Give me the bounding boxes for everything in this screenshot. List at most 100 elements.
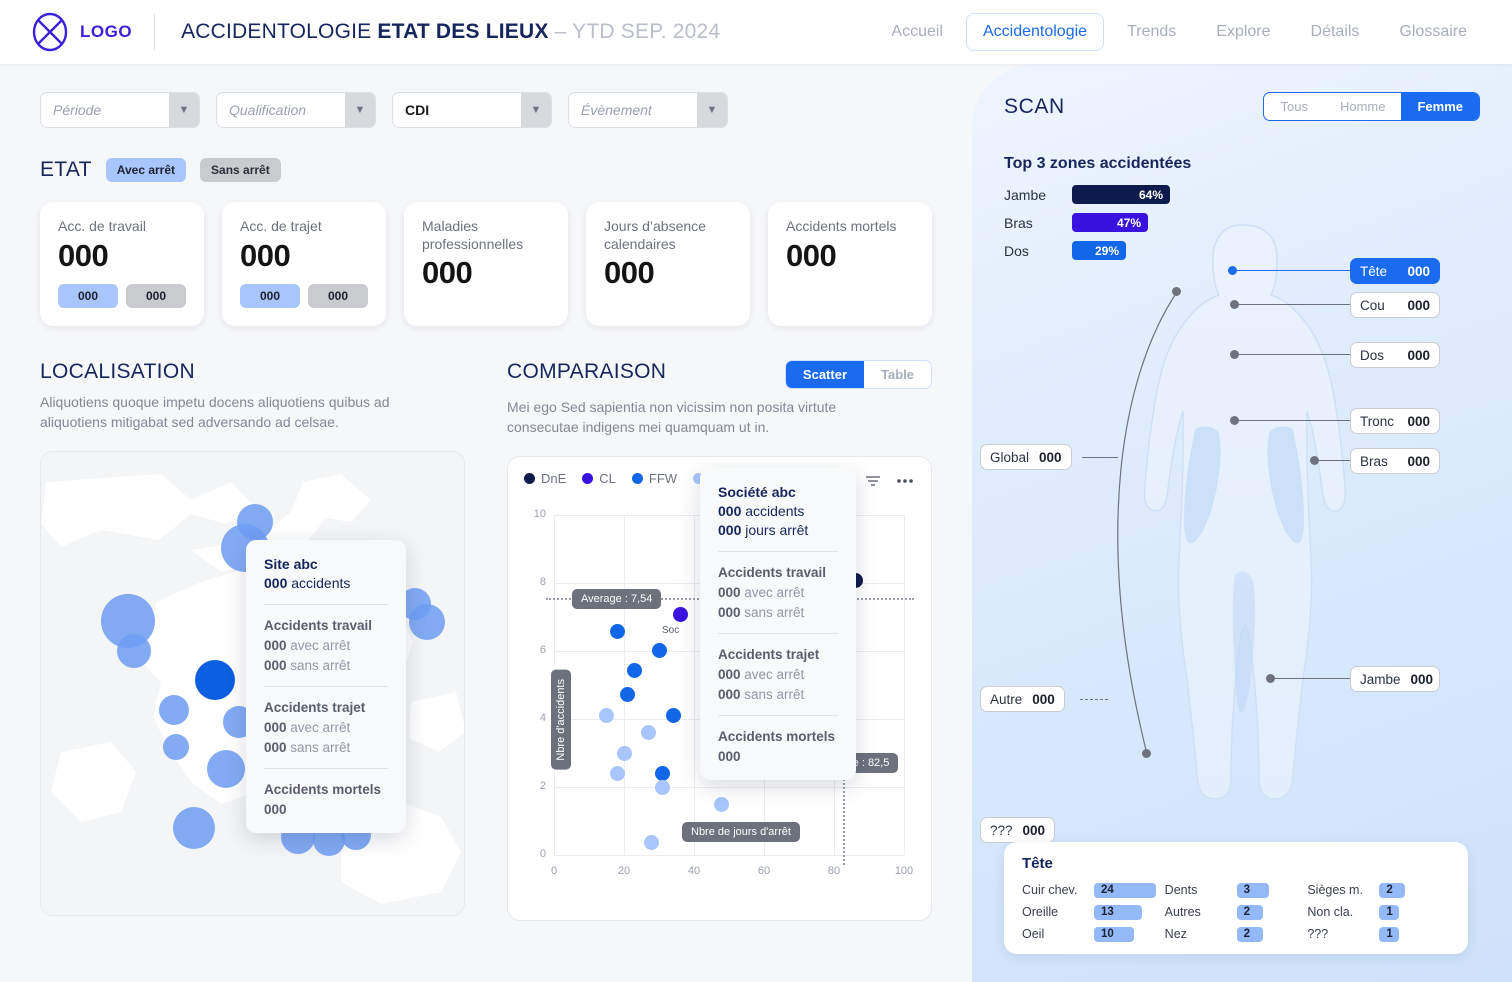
y-tick-label: 10 (533, 507, 546, 520)
zone-label-cou[interactable]: Cou 000 (1350, 292, 1440, 318)
map-bubble[interactable] (117, 633, 151, 668)
chevron-down-icon[interactable]: ▼ (521, 93, 551, 127)
more-options-icon[interactable] (889, 466, 921, 496)
nav-item-accidentologie[interactable]: Accidentologie (965, 13, 1105, 51)
top3-row-jambe[interactable]: Jambe 64% (1004, 185, 1480, 204)
nav-item-glossaire[interactable]: Glossaire (1382, 13, 1484, 51)
map-bubble[interactable] (409, 603, 445, 640)
scatter-point[interactable] (599, 707, 614, 723)
kpi-chip-avec-arret[interactable]: 000 (58, 283, 118, 308)
kpi-card-jours-absence[interactable]: Jours d’absence calendaires 000 (586, 202, 750, 326)
zone-label-tronc[interactable]: Tronc 000 (1350, 408, 1440, 434)
scatter-point[interactable] (666, 707, 681, 723)
nav-item-trends[interactable]: Trends (1110, 13, 1193, 51)
page-title-bold: ETAT DES LIEUX (377, 20, 549, 43)
pill-avec-arret[interactable]: Avec arrêt (105, 158, 187, 182)
legend-item-ffw[interactable]: FFW (631, 471, 677, 486)
pill-sans-arret[interactable]: Sans arrêt (200, 158, 281, 182)
kpi-card-acc-trajet[interactable]: Acc. de trajet 000 000 000 (222, 202, 386, 326)
map-bubble-selected[interactable] (195, 659, 235, 700)
kpi-card-maladies-pro[interactable]: Maladies professionnelles 000 (404, 202, 568, 326)
nav-item-explore[interactable]: Explore (1199, 13, 1287, 51)
detail-row[interactable]: Dents 3 (1165, 879, 1308, 901)
zone-label-global[interactable]: Global 000 (980, 444, 1072, 470)
filter-contrat[interactable]: CDI ▼ (392, 92, 552, 128)
toggle-table[interactable]: Table (864, 361, 931, 388)
filter-icon[interactable] (857, 466, 889, 496)
map-bubble[interactable] (163, 733, 189, 760)
scatter-point[interactable] (610, 765, 625, 781)
legend-item-cl[interactable]: CL (582, 471, 616, 486)
chevron-down-icon[interactable]: ▼ (697, 93, 727, 127)
filter-evenement[interactable]: Évènement ▼ (568, 92, 728, 128)
scatter-point-highlighted[interactable] (673, 606, 688, 622)
legend-swatch-icon (524, 472, 535, 484)
zone-detail-title: Tête (1022, 855, 1053, 872)
kpi-chip-sans-arret[interactable]: 000 (126, 283, 186, 308)
scatter-point[interactable] (655, 765, 670, 781)
scatter-point[interactable] (714, 796, 729, 812)
connector-dot-global (1172, 287, 1181, 296)
scatter-point[interactable] (655, 779, 670, 795)
map-bubble[interactable] (173, 806, 215, 849)
scatter-point[interactable] (617, 745, 632, 761)
zone-label-autre[interactable]: Autre 000 (980, 686, 1065, 712)
gridline (554, 854, 904, 856)
detail-row[interactable]: Oreille 13 (1022, 901, 1165, 923)
scan-title: SCAN (1004, 94, 1065, 118)
kpi-card-accidents-mortels[interactable]: Accidents mortels 000 (768, 202, 932, 326)
scatter-point[interactable] (627, 662, 642, 678)
scatter-point[interactable] (652, 642, 667, 658)
map-card[interactable]: Site abc 000 accidents Accidents travail… (40, 450, 465, 916)
kpi-card-acc-travail[interactable]: Acc. de travail 000 000 000 (40, 202, 204, 326)
map-tooltip-travail-head: Accidents travail (264, 617, 373, 633)
filter-periode[interactable]: Période ▼ (40, 92, 200, 128)
map-bubble[interactable] (159, 694, 189, 725)
segment-tous[interactable]: Tous (1264, 93, 1323, 120)
kpi-chip-sans-arret[interactable]: 000 (308, 283, 368, 308)
zone-label-tete[interactable]: Tête 000 (1350, 258, 1440, 284)
detail-row[interactable]: Nez 2 (1165, 923, 1308, 945)
kpi-value: 000 (604, 255, 655, 290)
txt: avec arrêt (286, 637, 351, 653)
kpi-chip-avec-arret[interactable]: 000 (240, 283, 300, 308)
zone-label-unknown[interactable]: ??? 000 (980, 817, 1056, 843)
zone-label-bras[interactable]: Bras 000 (1350, 448, 1440, 474)
logo[interactable]: LOGO (28, 10, 132, 54)
scan-header: SCAN Tous Homme Femme (1004, 92, 1480, 121)
num: 000 (264, 719, 287, 735)
legend-item-dne[interactable]: DnE (524, 471, 566, 486)
detail-row[interactable]: ??? 1 (1307, 923, 1450, 945)
scatter-point[interactable] (644, 834, 659, 850)
filter-qualification[interactable]: Qualification ▼ (216, 92, 376, 128)
scatter-point[interactable] (620, 686, 635, 702)
detail-row[interactable]: Oeil 10 (1022, 923, 1165, 945)
top3-label: Jambe (1004, 186, 1047, 203)
divider (718, 550, 838, 552)
detail-row[interactable]: Non cla. 1 (1307, 901, 1450, 923)
segment-homme[interactable]: Homme (1324, 93, 1402, 120)
zone-value: 000 (1032, 691, 1055, 707)
chevron-down-icon[interactable]: ▼ (169, 93, 199, 127)
detail-row[interactable]: Autres 2 (1165, 901, 1308, 923)
map-tooltip-travail-sans: 000 sans arrêt (264, 658, 388, 673)
zone-label-dos[interactable]: Dos 000 (1350, 342, 1440, 368)
scatter-point[interactable] (610, 623, 625, 639)
zone-label-jambe[interactable]: Jambe 000 (1350, 666, 1440, 692)
toggle-scatter[interactable]: Scatter (785, 361, 864, 388)
detail-row[interactable]: Sièges m. 2 (1307, 879, 1450, 901)
chevron-down-icon[interactable]: ▼ (345, 93, 375, 127)
kpi-cards: Acc. de travail 000 000 000 Acc. de traj… (40, 202, 932, 326)
detail-row[interactable]: Cuir chev. 24 (1022, 879, 1165, 901)
map-tooltip: Site abc 000 accidents Accidents travail… (246, 539, 406, 833)
scatter-chart-card[interactable]: DnE CL FFW RT (507, 455, 932, 921)
scatter-point[interactable] (641, 724, 656, 740)
nav-item-accueil[interactable]: Accueil (874, 13, 960, 51)
segment-femme[interactable]: Femme (1401, 93, 1479, 120)
logo-text: LOGO (80, 22, 133, 41)
legend-label: DnE (541, 470, 567, 486)
filter-qualification-value: Qualification (229, 102, 307, 118)
nav-item-details[interactable]: Détails (1294, 13, 1377, 51)
leader-line-tete (1234, 270, 1352, 271)
map-bubble[interactable] (207, 749, 245, 788)
